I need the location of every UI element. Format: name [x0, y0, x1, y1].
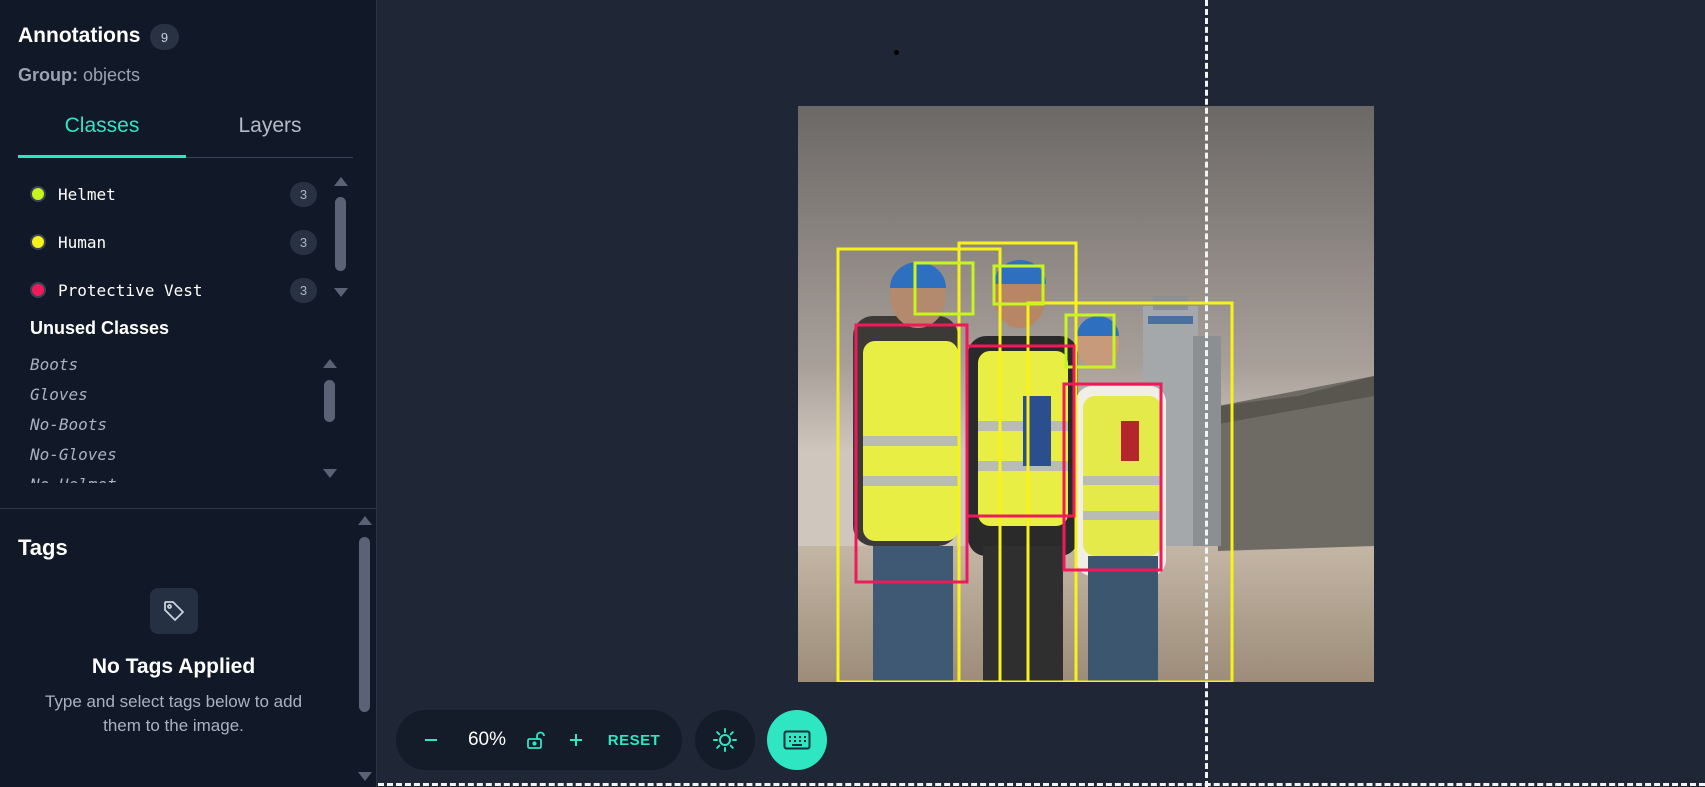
tag-icon — [150, 588, 198, 634]
tags-scroll-down-icon[interactable] — [358, 772, 372, 781]
unused-class-item[interactable]: No-Boots — [30, 410, 310, 440]
class-item-protective-vest[interactable]: Protective Vest 3 — [30, 276, 320, 304]
tab-layers[interactable]: Layers — [186, 114, 354, 158]
keyboard-icon[interactable] — [767, 710, 827, 770]
vertical-guide-line — [1205, 0, 1208, 787]
minus-icon[interactable] — [414, 710, 448, 770]
zoom-toolbar: 60% RESET — [396, 710, 682, 770]
unused-class-item[interactable]: Boots — [30, 350, 310, 380]
no-tags-title: No Tags Applied — [91, 655, 256, 678]
class-count-badge: 3 — [290, 181, 317, 207]
tags-scrollbar[interactable] — [359, 537, 370, 712]
class-color-dot — [30, 186, 46, 202]
unlock-icon[interactable] — [516, 710, 554, 770]
group-value: objects — [83, 65, 141, 85]
unused-class-item[interactable]: No-Gloves — [30, 440, 310, 470]
plus-icon[interactable] — [558, 710, 594, 770]
unused-classes-title: Unused Classes — [30, 318, 170, 338]
annotation-count-badge: 9 — [150, 24, 179, 50]
annotations-title: Annotations — [18, 24, 141, 47]
zoom-value: 60% — [467, 729, 507, 750]
annotations-sidebar: Annotations 9 Group: objects Classes Lay… — [0, 0, 377, 787]
unused-class-item[interactable]: No-Helmet — [30, 470, 310, 483]
tags-scroll-up-icon[interactable] — [358, 516, 372, 525]
class-color-dot — [30, 282, 46, 298]
classes-scrollbar[interactable] — [335, 197, 346, 271]
unused-scrollbar[interactable] — [324, 380, 335, 422]
no-tags-description: Type and select tags below to add them t… — [44, 692, 303, 735]
classes-scroll-up-icon[interactable] — [334, 177, 348, 186]
reset-button[interactable]: RESET — [602, 710, 666, 770]
class-label: Helmet — [58, 184, 116, 204]
sidebar-divider — [0, 508, 377, 509]
unused-class-item[interactable]: Gloves — [30, 380, 310, 410]
unused-scroll-up-icon[interactable] — [323, 359, 337, 368]
annotated-image[interactable] — [798, 106, 1374, 682]
group-label: Group: — [18, 65, 78, 85]
horizontal-guide-line — [378, 783, 1705, 786]
sidebar-tabs: Classes Layers — [18, 108, 353, 158]
tab-classes[interactable]: Classes — [18, 114, 186, 158]
class-label: Protective Vest — [58, 280, 203, 300]
tags-title: Tags — [18, 535, 68, 560]
class-item-human[interactable]: Human 3 — [30, 228, 320, 256]
class-label: Human — [58, 232, 107, 252]
class-count-badge: 3 — [290, 229, 317, 255]
unused-classes-list: Boots Gloves No-Boots No-Gloves No-Helme… — [30, 350, 310, 483]
classes-scroll-down-icon[interactable] — [334, 288, 348, 297]
class-item-helmet[interactable]: Helmet 3 — [30, 180, 320, 208]
sun-icon[interactable] — [695, 710, 755, 770]
unused-scroll-down-icon[interactable] — [323, 469, 337, 478]
class-color-dot — [30, 234, 46, 250]
group-line: Group: objects — [18, 65, 140, 86]
class-count-badge: 3 — [290, 277, 317, 303]
cursor-dot — [894, 50, 899, 55]
